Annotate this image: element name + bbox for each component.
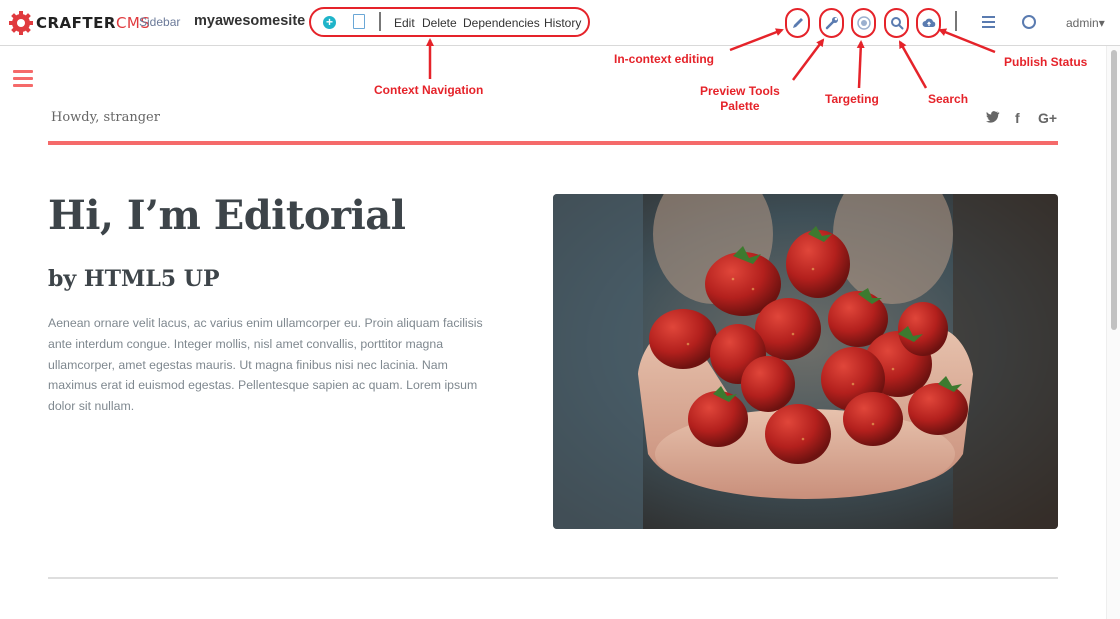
strawberries-in-hands-image — [553, 194, 1058, 529]
logo-text: CRAFTERCMS — [36, 14, 151, 32]
hero-title: Hi, I’m Editorial — [48, 192, 406, 239]
scrollbar[interactable] — [1106, 46, 1120, 619]
pencil-icon — [792, 18, 803, 28]
crafter-toolbar: CRAFTERCMS Sidebar myawesomesite + Edit … — [0, 0, 1120, 46]
hero-body: Aenean ornare velit lacus, ac varius eni… — [48, 316, 483, 414]
site-name[interactable]: myawesomesite — [194, 13, 305, 29]
annotation-targeting: Targeting — [825, 92, 879, 106]
user-menu[interactable]: admin▾ — [1066, 16, 1105, 30]
annotation-in-context-editing: In-context editing — [614, 52, 714, 66]
annotation-context-navigation: Context Navigation — [374, 83, 484, 97]
annotation-preview-tools-palette: Preview Tools Palette — [700, 84, 780, 113]
hero-subtitle: by HTML5 UP — [48, 266, 220, 292]
divider — [955, 11, 957, 31]
greeting: Howdy, stranger — [51, 110, 160, 125]
in-context-edit-button[interactable] — [785, 8, 810, 38]
menu-icon[interactable] — [982, 16, 995, 28]
sidebar-link[interactable]: Sidebar — [139, 15, 180, 29]
crafter-gear-icon — [9, 11, 33, 35]
page-icon[interactable] — [353, 14, 365, 29]
delete-link[interactable]: Delete — [422, 16, 457, 30]
facebook-icon[interactable]: f — [1015, 110, 1020, 126]
twitter-icon[interactable] — [986, 110, 1000, 126]
scroll-thumb[interactable] — [1111, 50, 1117, 330]
globe-icon[interactable] — [1022, 15, 1036, 29]
preview-tools-button[interactable] — [819, 8, 844, 38]
add-content-icon[interactable]: + — [323, 16, 336, 29]
search-button[interactable] — [884, 8, 909, 38]
publish-status-button[interactable] — [916, 8, 941, 38]
divider — [379, 12, 381, 31]
targeting-button[interactable] — [851, 8, 876, 38]
arrow-preview-tools — [792, 38, 825, 81]
header-divider — [48, 141, 1058, 145]
cloud-upload-icon — [922, 18, 935, 27]
edit-link[interactable]: Edit — [394, 16, 415, 30]
wrench-icon — [825, 17, 838, 30]
annotation-publish-status: Publish Status — [1004, 55, 1088, 69]
context-navigation: + Edit Delete Dependencies History — [309, 7, 590, 37]
history-link[interactable]: History — [544, 16, 581, 30]
search-icon — [890, 17, 903, 30]
google-plus-icon[interactable]: G+ — [1038, 110, 1057, 126]
arrow-targeting — [856, 40, 865, 89]
crafter-logo[interactable]: CRAFTERCMS — [8, 9, 150, 37]
arrow-search — [898, 40, 928, 89]
annotation-search: Search — [928, 92, 969, 106]
dependencies-link[interactable]: Dependencies — [463, 16, 540, 30]
site-menu-icon[interactable] — [13, 70, 33, 87]
content-divider — [48, 577, 1058, 579]
target-icon — [856, 16, 871, 30]
